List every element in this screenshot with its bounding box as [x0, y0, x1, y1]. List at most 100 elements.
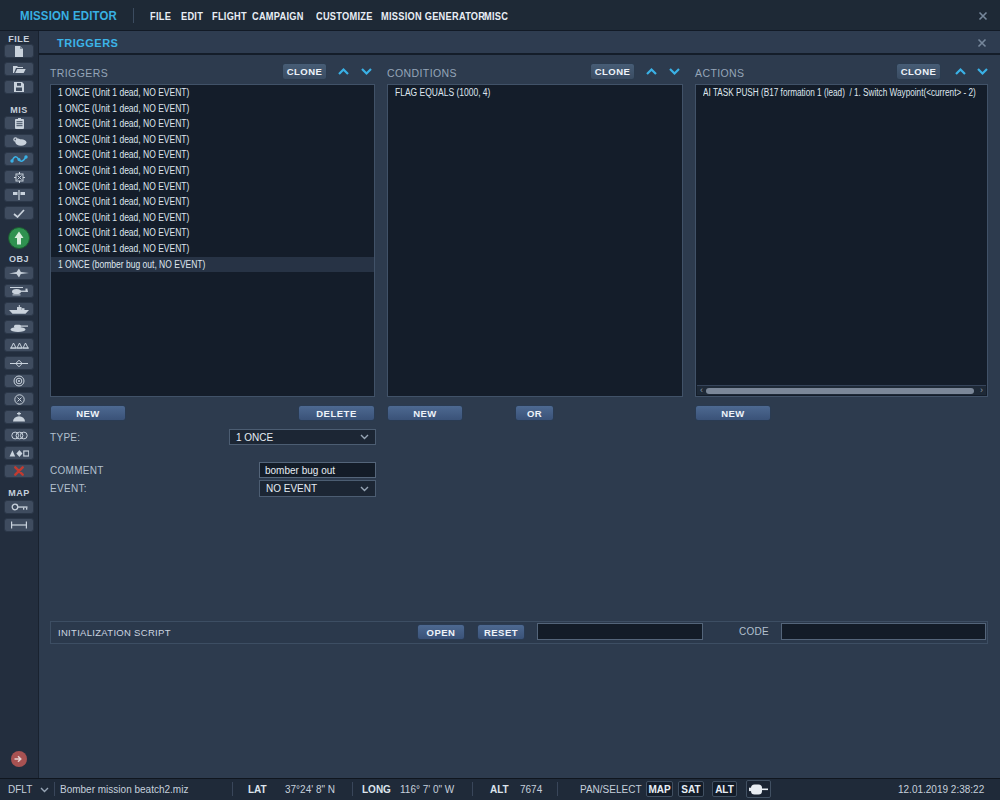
profile-chevron-icon[interactable] [40, 787, 49, 793]
action-list-item[interactable]: AI TASK PUSH (B17 formation 1 (lead) / 1… [696, 85, 987, 101]
conditions-column-label: CONDITIONS [387, 67, 457, 79]
weather-icon[interactable] [4, 134, 34, 148]
menu-item[interactable]: EDIT [181, 10, 203, 22]
triggers-delete-button[interactable]: DELETE [298, 405, 375, 421]
static-group-icon[interactable] [4, 338, 34, 352]
triggers-window-titlebar: TRIGGERS [39, 31, 1000, 55]
vehicle-icon[interactable] [4, 320, 34, 334]
scroll-thumb[interactable] [706, 388, 974, 394]
trigger-list-item[interactable]: 1 ONCE (Unit 1 dead, NO EVENT) [51, 132, 374, 148]
toolbar-sidebar: FILE MIS OBJ MAP [0, 31, 39, 778]
conditions-move-down-icon[interactable] [668, 67, 681, 76]
exit-icon[interactable] [10, 750, 28, 772]
airplane-icon[interactable] [4, 266, 34, 280]
actions-move-up-icon[interactable] [954, 67, 967, 76]
triggers-close-icon[interactable] [976, 37, 988, 49]
code-input[interactable] [781, 623, 986, 640]
sat-view-button[interactable]: SAT [678, 781, 704, 797]
menu-item[interactable]: MISSION GENERATOR [381, 10, 485, 22]
alt-view-button[interactable]: ALT [712, 781, 737, 797]
event-dropdown[interactable]: NO EVENT [259, 480, 376, 497]
chevron-down-icon [360, 486, 369, 492]
trigger-list-item[interactable]: 1 ONCE (Unit 1 dead, NO EVENT) [51, 147, 374, 163]
helicopter-icon[interactable] [4, 284, 34, 298]
trigger-list-item[interactable]: 1 ONCE (Unit 1 dead, NO EVENT) [51, 85, 374, 101]
trigger-list-item[interactable]: 1 ONCE (Unit 1 dead, NO EVENT) [51, 116, 374, 132]
type-value: 1 ONCE [236, 432, 273, 443]
briefing-icon[interactable] [4, 116, 34, 130]
route-icon[interactable] [4, 356, 34, 370]
divider [472, 782, 473, 796]
type-label: TYPE: [50, 432, 80, 443]
triggers-window-title: TRIGGERS [57, 37, 118, 49]
reset-script-button[interactable]: RESET [477, 624, 525, 640]
menu-item[interactable]: FLIGHT [212, 10, 247, 22]
bullseye-icon[interactable] [4, 170, 34, 184]
trigger-list-item[interactable]: 1 ONCE (Unit 1 dead, NO EVENT) [51, 210, 374, 226]
triggers-move-down-icon[interactable] [360, 67, 373, 76]
scroll-right-icon[interactable]: › [977, 386, 986, 395]
open-script-button[interactable]: OPEN [417, 624, 465, 640]
check-icon[interactable] [4, 206, 34, 220]
triggers-clone-button[interactable]: CLONE [282, 63, 327, 80]
save-icon[interactable] [4, 80, 34, 94]
conditions-new-button[interactable]: NEW [387, 405, 463, 421]
conditions-clone-button[interactable]: CLONE [590, 63, 635, 80]
actions-move-down-icon[interactable] [976, 67, 989, 76]
zone-icon[interactable] [4, 392, 34, 406]
actions-horizontal-scrollbar[interactable]: ‹ › [697, 385, 986, 395]
map-options-icon[interactable] [4, 500, 34, 514]
triggers-move-up-icon[interactable] [337, 67, 350, 76]
mission-editor: MISSION EDITOR FILEEDITFLIGHTCAMPAIGNCUS… [0, 0, 1000, 800]
actions-clone-button[interactable]: CLONE [896, 63, 941, 80]
profile-selector[interactable]: DFLT [8, 784, 32, 795]
conditions-or-button[interactable]: OR [515, 405, 554, 421]
farp-icon[interactable] [4, 410, 34, 424]
title-divider [133, 8, 134, 23]
chain-icon[interactable] [4, 428, 34, 442]
new-file-icon[interactable] [4, 44, 34, 58]
trigger-list-item[interactable]: 1 ONCE (bomber bug out, NO EVENT) [51, 257, 374, 273]
trigger-list-item[interactable]: 1 ONCE (Unit 1 dead, NO EVENT) [51, 225, 374, 241]
open-folder-icon[interactable] [4, 62, 34, 76]
ship-icon[interactable] [4, 302, 34, 316]
delete-icon[interactable] [4, 464, 34, 478]
menu-item[interactable]: CAMPAIGN [252, 10, 304, 22]
actions-new-button[interactable]: NEW [695, 405, 771, 421]
comment-label: COMMENT [50, 465, 104, 476]
condition-list-item[interactable]: FLAG EQUALS (1000, 4) [388, 85, 682, 101]
template-icon[interactable] [4, 374, 34, 388]
connection-plug-icon[interactable] [746, 780, 771, 798]
long-value: 116° 7' 0" W [400, 784, 454, 795]
comment-input[interactable]: bomber bug out [259, 462, 376, 478]
code-label: CODE [739, 626, 769, 637]
alt-value: 7674 [520, 784, 542, 795]
triggers-list[interactable]: 1 ONCE (Unit 1 dead, NO EVENT)1 ONCE (Un… [50, 84, 375, 397]
window-close-icon[interactable] [977, 10, 989, 22]
triggers-icon[interactable] [4, 152, 34, 166]
menu-item[interactable]: FILE [150, 10, 171, 22]
menu-item[interactable]: CUSTOMIZE [316, 10, 373, 22]
datetime: 12.01.2019 2:38:22 [898, 784, 984, 795]
conditions-move-up-icon[interactable] [645, 67, 658, 76]
trigger-list-item[interactable]: 1 ONCE (Unit 1 dead, NO EVENT) [51, 179, 374, 195]
trigger-list-item[interactable]: 1 ONCE (Unit 1 dead, NO EVENT) [51, 101, 374, 117]
initialization-script-label: INITIALIZATION SCRIPT [58, 627, 171, 638]
goal-icon[interactable] [4, 188, 34, 202]
shapes-icon[interactable] [4, 446, 34, 460]
trigger-list-item[interactable]: 1 ONCE (Unit 1 dead, NO EVENT) [51, 194, 374, 210]
section-label-obj: OBJ [0, 254, 38, 264]
map-view-button[interactable]: MAP [646, 781, 673, 797]
triggers-new-button[interactable]: NEW [50, 405, 126, 421]
trigger-list-item[interactable]: 1 ONCE (Unit 1 dead, NO EVENT) [51, 163, 374, 179]
conditions-list[interactable]: FLAG EQUALS (1000, 4) [387, 84, 683, 397]
scroll-left-icon[interactable]: ‹ [697, 386, 706, 395]
menu-item[interactable]: MISC [484, 10, 508, 22]
type-dropdown[interactable]: 1 ONCE [229, 429, 376, 445]
script-file-input[interactable] [537, 623, 703, 640]
ruler-icon[interactable] [4, 518, 34, 532]
fly-mission-icon[interactable] [7, 226, 31, 254]
actions-list[interactable]: AI TASK PUSH (B17 formation 1 (lead) / 1… [695, 84, 988, 397]
trigger-list-item[interactable]: 1 ONCE (Unit 1 dead, NO EVENT) [51, 241, 374, 257]
divider [557, 782, 558, 796]
